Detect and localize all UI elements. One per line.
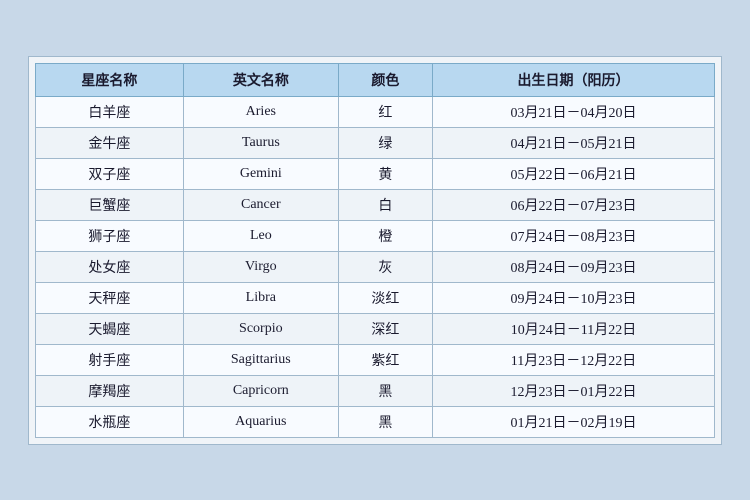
cell-7-0: 天蝎座 [36, 313, 184, 344]
cell-0-3: 03月21日－04月20日 [432, 96, 714, 127]
cell-10-2: 黑 [338, 406, 432, 437]
table-row: 狮子座Leo橙07月24日－08月23日 [36, 220, 715, 251]
cell-9-0: 摩羯座 [36, 375, 184, 406]
cell-10-0: 水瓶座 [36, 406, 184, 437]
table-row: 处女座Virgo灰08月24日－09月23日 [36, 251, 715, 282]
cell-5-0: 处女座 [36, 251, 184, 282]
cell-4-0: 狮子座 [36, 220, 184, 251]
table-row: 巨蟹座Cancer白06月22日－07月23日 [36, 189, 715, 220]
table-row: 射手座Sagittarius紫红11月23日－12月22日 [36, 344, 715, 375]
cell-7-2: 深红 [338, 313, 432, 344]
header-col-2: 颜色 [338, 63, 432, 96]
cell-3-1: Cancer [183, 189, 338, 220]
table-header-row: 星座名称英文名称颜色出生日期（阳历） [36, 63, 715, 96]
cell-3-3: 06月22日－07月23日 [432, 189, 714, 220]
cell-9-2: 黑 [338, 375, 432, 406]
cell-8-3: 11月23日－12月22日 [432, 344, 714, 375]
cell-5-1: Virgo [183, 251, 338, 282]
cell-8-2: 紫红 [338, 344, 432, 375]
header-col-3: 出生日期（阳历） [432, 63, 714, 96]
cell-1-1: Taurus [183, 127, 338, 158]
zodiac-table: 星座名称英文名称颜色出生日期（阳历） 白羊座Aries红03月21日－04月20… [35, 63, 715, 438]
cell-6-1: Libra [183, 282, 338, 313]
cell-2-1: Gemini [183, 158, 338, 189]
table-row: 白羊座Aries红03月21日－04月20日 [36, 96, 715, 127]
cell-1-3: 04月21日－05月21日 [432, 127, 714, 158]
header-col-0: 星座名称 [36, 63, 184, 96]
cell-6-3: 09月24日－10月23日 [432, 282, 714, 313]
header-col-1: 英文名称 [183, 63, 338, 96]
table-row: 金牛座Taurus绿04月21日－05月21日 [36, 127, 715, 158]
cell-7-1: Scorpio [183, 313, 338, 344]
cell-5-2: 灰 [338, 251, 432, 282]
cell-0-1: Aries [183, 96, 338, 127]
table-row: 双子座Gemini黄05月22日－06月21日 [36, 158, 715, 189]
cell-4-2: 橙 [338, 220, 432, 251]
table-row: 天秤座Libra淡红09月24日－10月23日 [36, 282, 715, 313]
table-row: 水瓶座Aquarius黑01月21日－02月19日 [36, 406, 715, 437]
table-body: 白羊座Aries红03月21日－04月20日金牛座Taurus绿04月21日－0… [36, 96, 715, 437]
cell-2-3: 05月22日－06月21日 [432, 158, 714, 189]
cell-6-0: 天秤座 [36, 282, 184, 313]
cell-4-3: 07月24日－08月23日 [432, 220, 714, 251]
cell-8-0: 射手座 [36, 344, 184, 375]
table-row: 摩羯座Capricorn黑12月23日－01月22日 [36, 375, 715, 406]
cell-3-2: 白 [338, 189, 432, 220]
cell-6-2: 淡红 [338, 282, 432, 313]
zodiac-table-container: 星座名称英文名称颜色出生日期（阳历） 白羊座Aries红03月21日－04月20… [28, 56, 722, 445]
cell-4-1: Leo [183, 220, 338, 251]
cell-2-2: 黄 [338, 158, 432, 189]
cell-8-1: Sagittarius [183, 344, 338, 375]
cell-0-2: 红 [338, 96, 432, 127]
cell-2-0: 双子座 [36, 158, 184, 189]
cell-9-3: 12月23日－01月22日 [432, 375, 714, 406]
cell-7-3: 10月24日－11月22日 [432, 313, 714, 344]
cell-9-1: Capricorn [183, 375, 338, 406]
cell-10-1: Aquarius [183, 406, 338, 437]
cell-1-2: 绿 [338, 127, 432, 158]
cell-3-0: 巨蟹座 [36, 189, 184, 220]
table-row: 天蝎座Scorpio深红10月24日－11月22日 [36, 313, 715, 344]
cell-5-3: 08月24日－09月23日 [432, 251, 714, 282]
cell-10-3: 01月21日－02月19日 [432, 406, 714, 437]
cell-1-0: 金牛座 [36, 127, 184, 158]
cell-0-0: 白羊座 [36, 96, 184, 127]
